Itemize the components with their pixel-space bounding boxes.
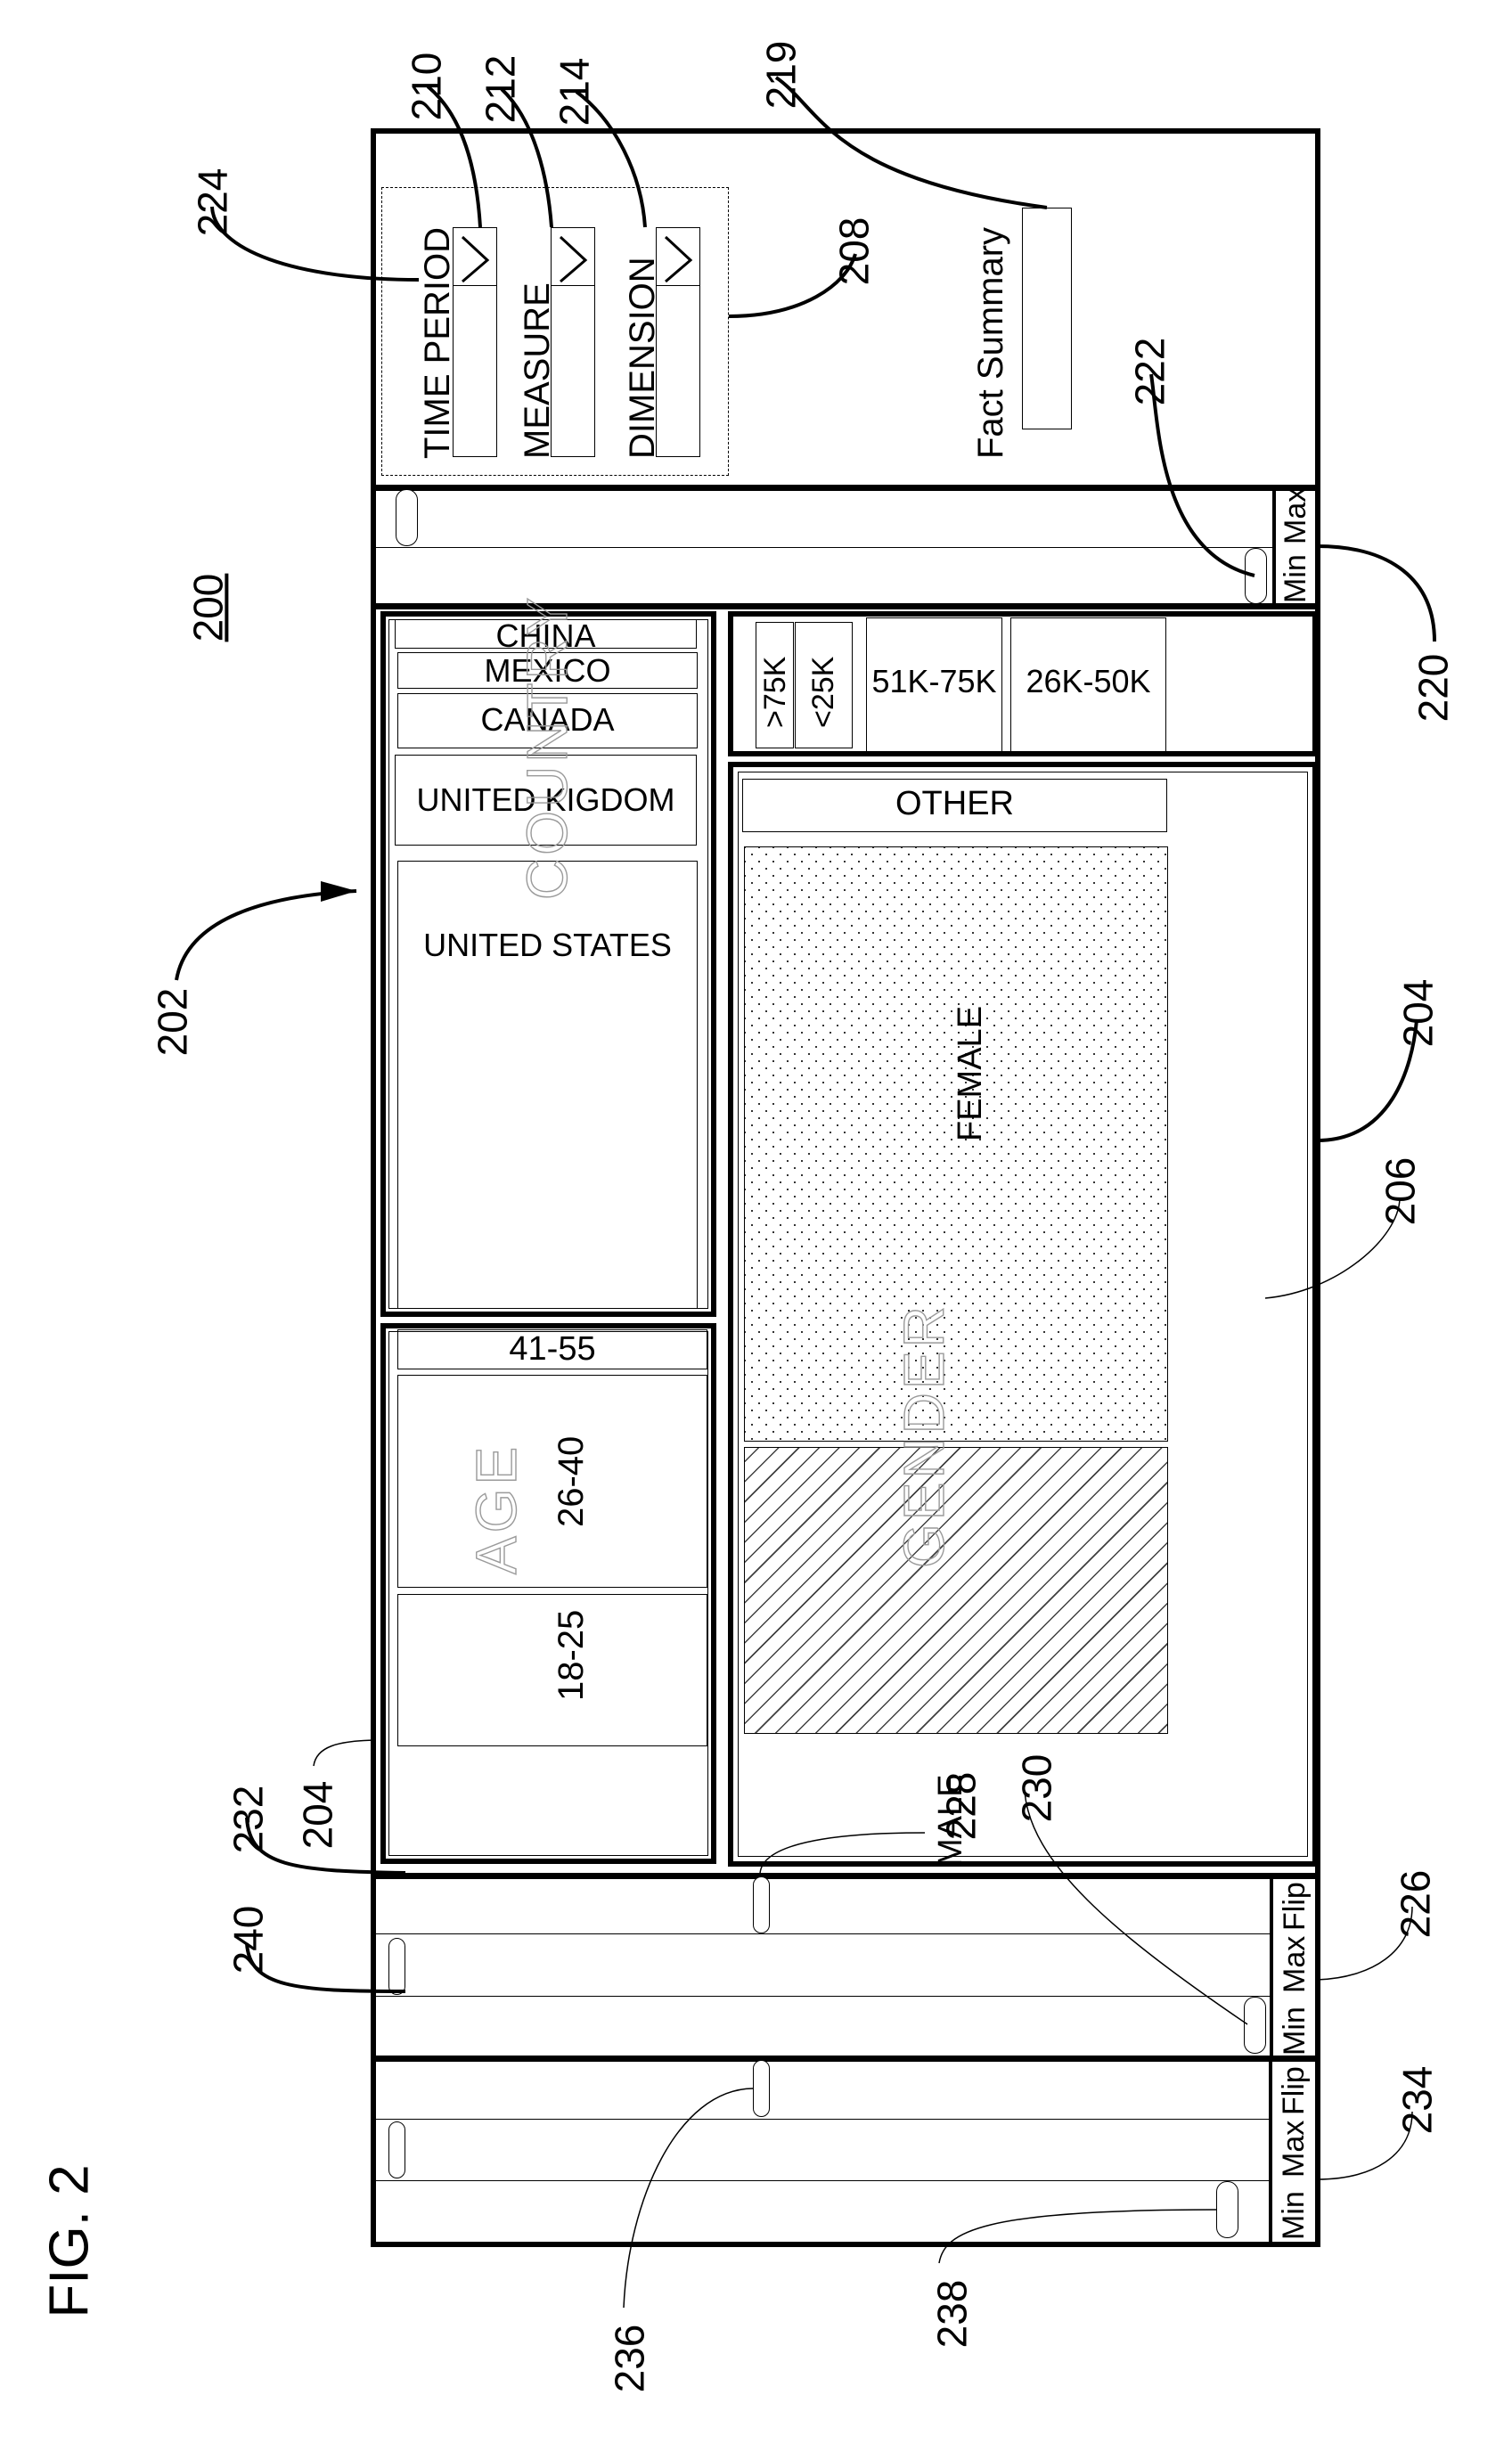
ref-238: 238 <box>928 2279 976 2349</box>
leader-220 <box>1316 544 1436 642</box>
age-41-55[interactable]: 41-55 <box>397 1329 707 1369</box>
chevron-down-icon[interactable] <box>457 233 493 283</box>
top-slider-minmax-cell: Min Max <box>1276 487 1317 606</box>
ref-224: 224 <box>189 168 236 237</box>
max-button[interactable]: Max <box>1276 2121 1312 2178</box>
min-button[interactable]: Min <box>1276 2191 1312 2240</box>
ref-240: 240 <box>225 1905 272 1974</box>
age-18-25[interactable]: 18-25 <box>397 1594 707 1746</box>
time-period-label: TIME PERIOD <box>418 226 457 459</box>
income-51k-75k[interactable]: 51K-75K <box>866 617 1002 752</box>
slider-handle-224[interactable] <box>396 489 418 546</box>
bottom-slider-1-top <box>371 1873 1320 1879</box>
dimension-dropdown[interactable] <box>656 227 700 457</box>
min-button[interactable]: Min <box>1277 2007 1312 2056</box>
max-button[interactable]: Max <box>1278 487 1313 544</box>
country-watermark: COUNTRY <box>514 593 579 901</box>
gender-watermark: GENDER <box>891 1302 956 1568</box>
fact-summary-box <box>1022 208 1072 429</box>
bottom-slider-2-track-b <box>376 2180 1271 2181</box>
top-slider-top-border <box>371 485 1320 491</box>
bottom-slider-1-track-a <box>376 1933 1271 1934</box>
bottom-slider-1-track-b <box>376 1996 1271 1997</box>
ref-210: 210 <box>403 52 450 121</box>
age-watermark: AGE <box>463 1443 528 1575</box>
bottom-slider-2-track-a <box>376 2119 1271 2120</box>
ref-232: 232 <box>225 1785 272 1854</box>
time-period-dropdown[interactable] <box>453 227 497 457</box>
chevron-down-icon[interactable] <box>555 233 591 283</box>
slider-handle-240[interactable] <box>388 2121 405 2178</box>
bottom-slider-separator <box>371 2056 1320 2062</box>
gender-other[interactable]: OTHER <box>742 779 1167 832</box>
slider-handle-222[interactable] <box>1245 548 1267 604</box>
slider-handle-228[interactable] <box>753 1876 770 1933</box>
ref-236: 236 <box>606 2324 653 2393</box>
age-26-40[interactable]: 26-40 <box>397 1375 707 1588</box>
bottom-slider-1-cells: Min Max Flip <box>1274 1876 1317 2058</box>
ref-202: 202 <box>149 987 196 1057</box>
ref-214: 214 <box>551 57 598 127</box>
ref-222: 222 <box>1126 337 1173 406</box>
ref-219: 219 <box>757 40 805 110</box>
ref-220: 220 <box>1410 653 1457 723</box>
bottom-slider-1-cell-divider <box>1270 1876 1273 2058</box>
ref-230: 230 <box>1013 1753 1060 1823</box>
ref-212: 212 <box>477 54 524 124</box>
income-gt-75k[interactable]: >75K <box>756 622 794 748</box>
chevron-down-icon[interactable] <box>660 233 696 283</box>
bottom-slider-2-cells: Min Max Flip <box>1273 2058 1316 2245</box>
slider-handle-230[interactable] <box>1244 1997 1266 2054</box>
income-26k-50k[interactable]: 26K-50K <box>1010 617 1166 752</box>
ref-208: 208 <box>830 217 878 286</box>
top-slider-track <box>376 547 1274 548</box>
max-button[interactable]: Max <box>1277 1936 1312 1993</box>
flip-button[interactable]: Flip <box>1277 1882 1312 1931</box>
min-button[interactable]: Min <box>1278 554 1313 603</box>
ref-226: 226 <box>1392 1869 1439 1939</box>
slider-handle-232[interactable] <box>388 1938 405 1995</box>
slider-handle-236[interactable] <box>753 2060 770 2117</box>
arrow-202-head <box>321 881 356 902</box>
measure-dropdown[interactable] <box>551 227 595 457</box>
ref-204-left: 204 <box>294 1780 341 1850</box>
ref-200: 200 <box>184 573 232 642</box>
slider-handle-238[interactable] <box>1216 2181 1238 2238</box>
income-lt-25k[interactable]: <25K <box>795 622 853 748</box>
ref-234: 234 <box>1393 2065 1441 2135</box>
leader-202 <box>175 889 357 981</box>
bottom-slider-2-cell-divider <box>1269 2058 1272 2245</box>
ref-204-right: 204 <box>1394 978 1442 1048</box>
top-slider-bottom-border <box>371 603 1320 609</box>
fact-summary-label: Fact Summary <box>971 226 1010 459</box>
figure-title: FIG. 2 <box>38 2164 101 2318</box>
flip-button[interactable]: Flip <box>1276 2066 1312 2115</box>
ref-228: 228 <box>937 1771 985 1841</box>
ref-206: 206 <box>1377 1157 1424 1226</box>
country-united-states[interactable]: UNITED STATES <box>397 861 698 1309</box>
leader-204-left <box>313 1739 375 1767</box>
